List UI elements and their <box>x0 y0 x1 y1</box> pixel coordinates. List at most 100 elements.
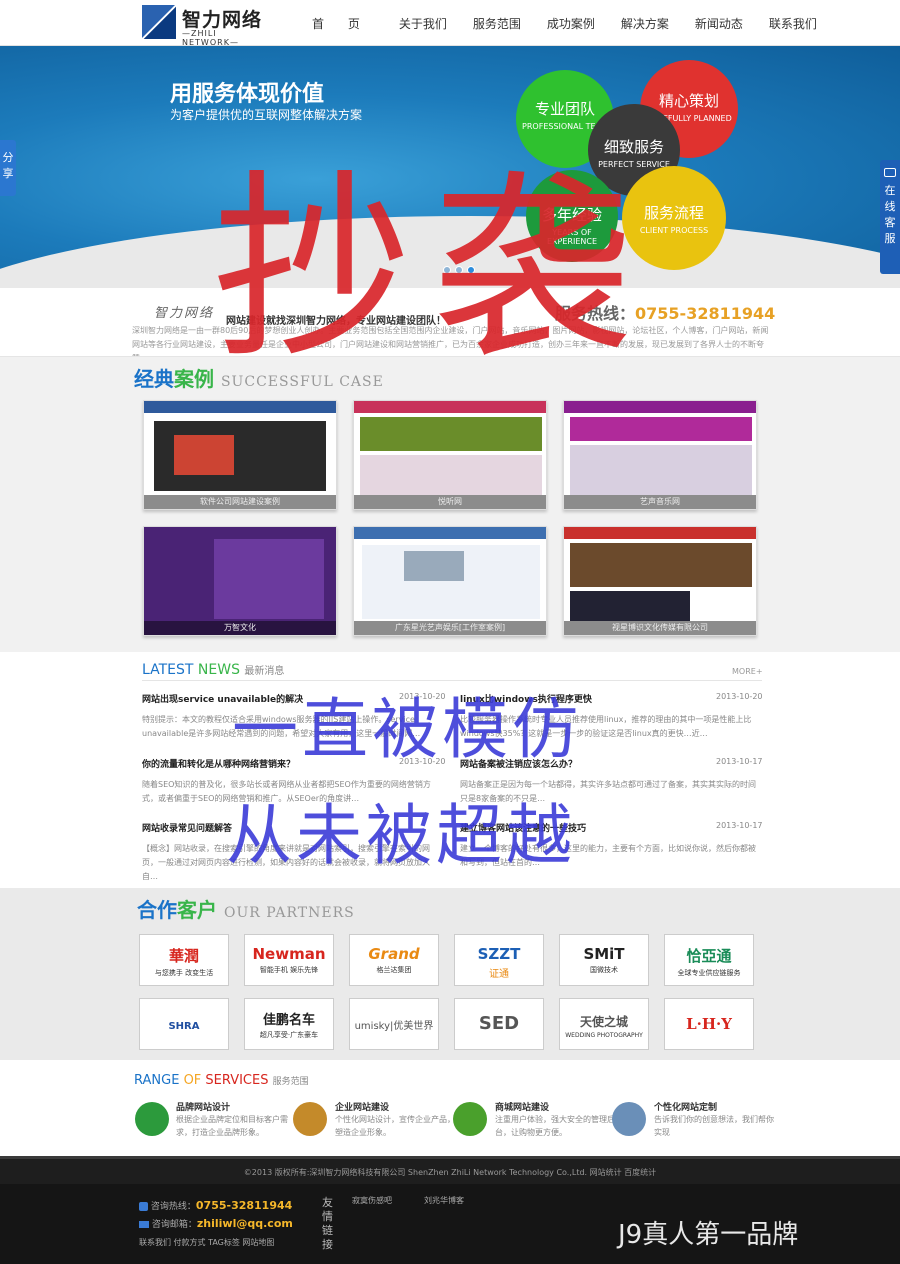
logo-mark-icon <box>142 5 176 39</box>
banner-headline: 用服务体现价值 <box>170 82 325 107</box>
service-title[interactable]: 企业网站建设 <box>335 1100 389 1113</box>
chat-icon <box>884 168 896 177</box>
case-card[interactable]: 视星博识文化传媒有限公司 <box>563 526 757 636</box>
slider-dots <box>443 266 475 274</box>
news-item-title[interactable]: 网站出现service unavailable的解决 <box>142 692 303 705</box>
friend-link[interactable]: 寂寞伤感吧 <box>352 1195 392 1206</box>
case-thumb-img <box>360 455 542 495</box>
hotline-number: 0755-32811944 <box>635 304 776 323</box>
footer-hotline: 咨询热线：0755-32811944 <box>139 1199 292 1212</box>
nav-solutions[interactable]: 解决方案 <box>608 0 682 46</box>
service-text: 个性化网站设计，宣传企业产品，塑造企业形象。 <box>335 1115 455 1137</box>
logo-text-cn: 智力网络 <box>182 9 263 31</box>
case-thumb-img <box>570 445 752 495</box>
news-item-title[interactable]: 你的流量和转化是从哪种网络营销来？ <box>142 757 295 770</box>
mail-icon <box>139 1221 149 1228</box>
partner-logo[interactable]: 佳鹏名车 超凡享受·广东豪车 <box>244 998 334 1050</box>
partner-name: 恰亞通 <box>686 947 732 965</box>
partner-logo[interactable]: SZZT 证通 <box>454 934 544 986</box>
friend-links-label: 友情链接 <box>322 1196 333 1251</box>
lightbulb-icon <box>135 1102 169 1136</box>
nav-services[interactable]: 服务范围 <box>460 0 534 46</box>
partner-logo[interactable]: 恰亞通全球专业供应链服务 <box>664 934 754 986</box>
main-nav: 首 页 关于我们 服务范围 成功案例 解决方案 新闻动态 联系我们 <box>296 0 830 46</box>
online-service-tab[interactable]: 在线客服 <box>880 160 900 274</box>
case-thumb-bar <box>564 527 756 539</box>
partner-sub: 格兰达集团 <box>376 966 412 974</box>
partner-sub: 超凡享受·广东豪车 <box>259 1031 319 1039</box>
partner-logo[interactable]: SHRA <box>139 998 229 1050</box>
news-item-title[interactable]: linux比windows执行程序更快 <box>460 692 592 705</box>
hero-banner[interactable]: 专业团队 PROFESSIONAL TEAM 精心策划 CAREFULLY PL… <box>0 46 900 288</box>
circle-experience-title: 多年经验 <box>541 206 602 224</box>
nav-home[interactable]: 首 页 <box>296 0 386 46</box>
services-title-cn: 服务范围 <box>272 1077 309 1087</box>
slider-dot[interactable] <box>455 266 463 274</box>
footer-email: 咨询邮箱：zhiliwl@qq.com <box>139 1217 293 1230</box>
partner-logo[interactable]: L·H·Y <box>664 998 754 1050</box>
footer-bottom-links[interactable]: 联系我们 付款方式 TAG标签 网站地图 <box>139 1237 274 1248</box>
nav-contact[interactable]: 联系我们 <box>756 0 830 46</box>
case-caption: 视星博识文化传媒有限公司 <box>564 621 756 635</box>
case-thumb <box>360 417 542 451</box>
intro-brand: 智力网络 <box>154 306 215 321</box>
partner-logo[interactable]: SED <box>454 998 544 1050</box>
circle-process: 服务流程 CLIENT PROCESS <box>622 166 726 270</box>
news-more-link[interactable]: MORE+ <box>732 667 763 676</box>
slider-dot[interactable] <box>443 266 451 274</box>
online-service-label: 在线客服 <box>884 184 896 245</box>
circle-experience: 多年经验 YEARS OF EXPERIENCE <box>526 170 618 262</box>
partner-logo[interactable]: umisky|优美世界 <box>349 998 439 1050</box>
partner-logo[interactable]: 華潤 与您携手 改变生活 <box>139 934 229 986</box>
nav-news[interactable]: 新闻动态 <box>682 0 756 46</box>
service-title[interactable]: 品牌网站设计 <box>176 1100 230 1113</box>
partner-logo[interactable]: SMiT 国微技术 <box>559 934 649 986</box>
hotline: 服务热线：0755-32811944 <box>555 300 775 324</box>
news-title-b: NEWS <box>197 662 240 678</box>
case-card[interactable]: 软件公司网站建设案例 <box>143 400 337 510</box>
partner-logo[interactable]: 天使之城 WEDDING PHOTOGRAPHY <box>559 998 649 1050</box>
nav-cases[interactable]: 成功案例 <box>534 0 608 46</box>
case-thumb-img <box>214 539 324 619</box>
partner-logo[interactable]: Newman 智能手机 娱乐先锋 <box>244 934 334 986</box>
news-item-title[interactable]: 网站备案被注销应该怎么办？ <box>460 757 577 770</box>
logo[interactable]: 智力网络 —ZHILI NETWORK— <box>142 5 268 47</box>
partner-name: SHRA <box>168 1021 200 1032</box>
partner-sub: WEDDING PHOTOGRAPHY <box>565 1032 643 1039</box>
case-card[interactable]: 广东星光艺声娱乐[工作室案例] <box>353 526 547 636</box>
circle-process-title: 服务流程 <box>643 204 704 222</box>
partner-logo[interactable]: Grand 格兰达集团 <box>349 934 439 986</box>
news-item-date: 2013-10-20 <box>399 757 446 766</box>
services-title: RANGE OF SERVICES 服务范围 <box>134 1073 309 1088</box>
footer-hotline-label: 咨询热线： <box>150 1202 196 1212</box>
partner-sub: 证通 <box>489 969 509 980</box>
service-text: 告诉我们你的创意想法，我们帮你实现 <box>654 1115 774 1137</box>
case-caption: 软件公司网站建设案例 <box>144 495 336 509</box>
friend-link[interactable]: 刘兆华博客 <box>424 1195 464 1206</box>
news-item-date: 2013-10-20 <box>716 692 763 701</box>
partner-name: Grand <box>368 945 420 963</box>
share-tab[interactable]: 分享 <box>0 140 16 196</box>
services-title-b: OF <box>183 1073 202 1088</box>
service-title[interactable]: 商城网站建设 <box>495 1100 549 1113</box>
nav-about[interactable]: 关于我们 <box>386 0 460 46</box>
footer-email-address[interactable]: zhiliwl@qq.com <box>197 1217 293 1230</box>
cases-title-b: 案例 <box>174 367 214 391</box>
service-title[interactable]: 个性化网站定制 <box>654 1100 717 1113</box>
news-item-title[interactable]: 网站收录常见问题解答 <box>142 821 232 834</box>
circle-service-title: 细致服务 <box>603 138 664 156</box>
case-caption: 悦听网 <box>354 495 546 509</box>
news-item-body: 随着SEO知识的普及化，很多站长或者网络从业者都把SEO作为重要的网络营销方式，… <box>142 780 431 803</box>
news-item-title[interactable]: 建立博客网站该注意的一些技巧 <box>460 821 586 834</box>
service-text: 注重用户体验，强大安全的管理后台，让购物更方便。 <box>495 1115 615 1137</box>
slider-dot-active[interactable] <box>467 266 475 274</box>
partners-title: 合作客户 OUR PARTNERS <box>137 894 355 923</box>
case-card[interactable]: 万智文化 <box>143 526 337 636</box>
case-card[interactable]: 艺声音乐网 <box>563 400 757 510</box>
case-card[interactable]: 悦听网 <box>353 400 547 510</box>
partner-sub: 全球专业供应链服务 <box>677 969 741 977</box>
partner-name: SZZT <box>477 945 521 963</box>
news-item-body: 【概念】网站收录，在搜索引擎的角度来讲就是对网站索引，搜索引擎在索引的网页，一般… <box>142 844 430 881</box>
circle-plan-title: 精心策划 <box>658 92 719 110</box>
case-caption: 广东星光艺声娱乐[工作室案例] <box>354 621 546 635</box>
